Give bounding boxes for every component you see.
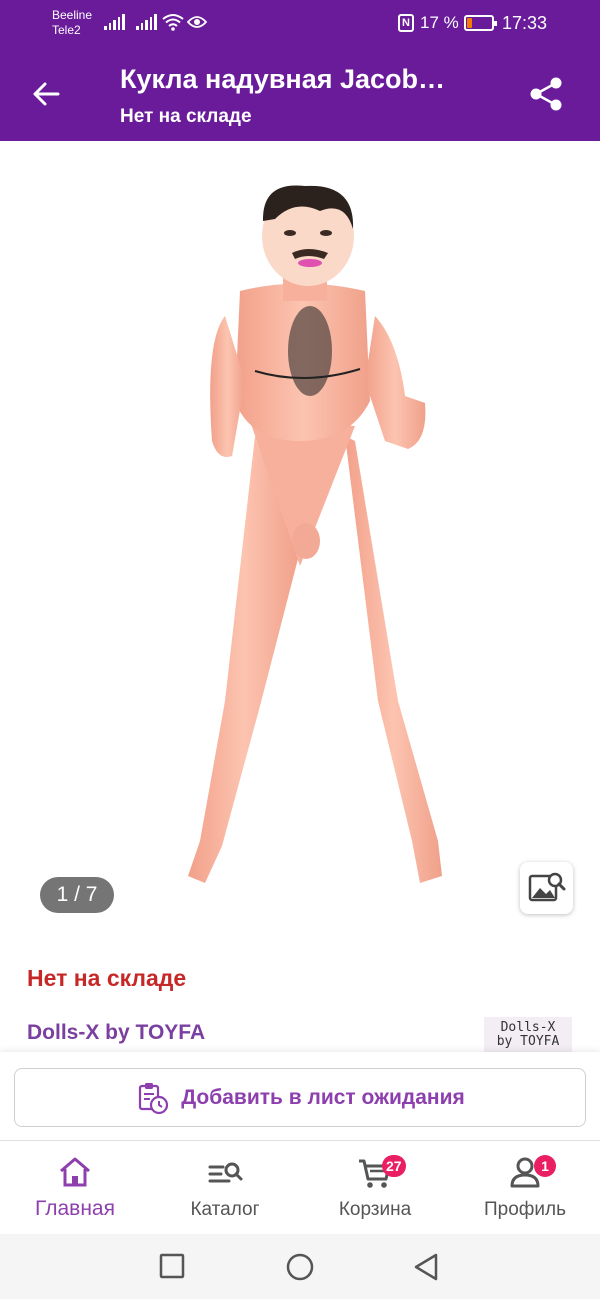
nav-catalog-label: Каталог	[190, 1199, 260, 1220]
image-counter: 1 / 7	[40, 877, 114, 913]
nav-profile[interactable]: 1 Профиль	[450, 1141, 600, 1235]
battery-percent: 17 %	[420, 13, 459, 32]
nav-catalog[interactable]: Каталог	[150, 1141, 300, 1235]
nav-cart-label: Корзина	[338, 1199, 412, 1220]
nav-home[interactable]: Главная	[0, 1141, 150, 1235]
nav-home-label: Главная	[35, 1197, 115, 1220]
page-title: Кукла надувная Jacob…	[120, 64, 446, 94]
signal-icon	[136, 14, 157, 30]
waitlist-label: Добавить в лист ожидания	[181, 1085, 465, 1109]
arrow-left-icon[interactable]	[28, 76, 64, 112]
app-bar: Кукла надувная Jacob… Нет на складе	[0, 46, 600, 141]
catalog-search-icon	[208, 1162, 243, 1183]
clock: 17:33	[502, 13, 548, 33]
nfc-icon: N	[398, 14, 414, 32]
product-image[interactable]	[0, 141, 600, 941]
battery-icon	[464, 15, 497, 31]
home-icon	[60, 1157, 90, 1187]
signal-icon	[104, 14, 125, 30]
carrier-1: Beeline	[52, 8, 93, 22]
product-gallery[interactable]: 1 / 7	[0, 141, 600, 941]
status-bar: Beeline Tele2 N 17 % 17:33	[0, 0, 600, 46]
back-triangle-icon[interactable]	[412, 1252, 440, 1282]
home-circle-icon[interactable]	[285, 1252, 315, 1282]
nav-cart[interactable]: 27 Корзина	[300, 1141, 450, 1235]
carrier-2: Tele2	[52, 23, 81, 37]
page-subtitle: Нет на складе	[120, 106, 252, 127]
eye-icon	[187, 16, 207, 28]
share-icon[interactable]	[526, 74, 566, 114]
nav-profile-label: Профиль	[483, 1199, 567, 1220]
system-navigation-bar	[0, 1234, 600, 1299]
cart-badge: 27	[382, 1155, 406, 1177]
profile-badge: 1	[534, 1155, 556, 1177]
image-search-icon	[528, 872, 566, 902]
brand-link[interactable]: Dolls-X by TOYFA	[27, 1021, 205, 1045]
stock-status: Нет на складе	[27, 965, 187, 991]
bottom-navigation: Главная Каталог 27 Корзина 1 Профиль	[0, 1140, 600, 1234]
wifi-icon	[162, 14, 184, 31]
action-panel: Добавить в лист ожидания	[0, 1052, 600, 1140]
carrier-names: Beeline Tele2	[52, 8, 92, 38]
image-search-button[interactable]	[520, 862, 573, 914]
brand-logo[interactable]: Dolls-X by TOYFA	[484, 1017, 572, 1053]
add-to-waitlist-button[interactable]: Добавить в лист ожидания	[14, 1068, 586, 1127]
clipboard-clock-icon	[139, 1082, 169, 1114]
recent-apps-icon[interactable]	[158, 1252, 186, 1280]
